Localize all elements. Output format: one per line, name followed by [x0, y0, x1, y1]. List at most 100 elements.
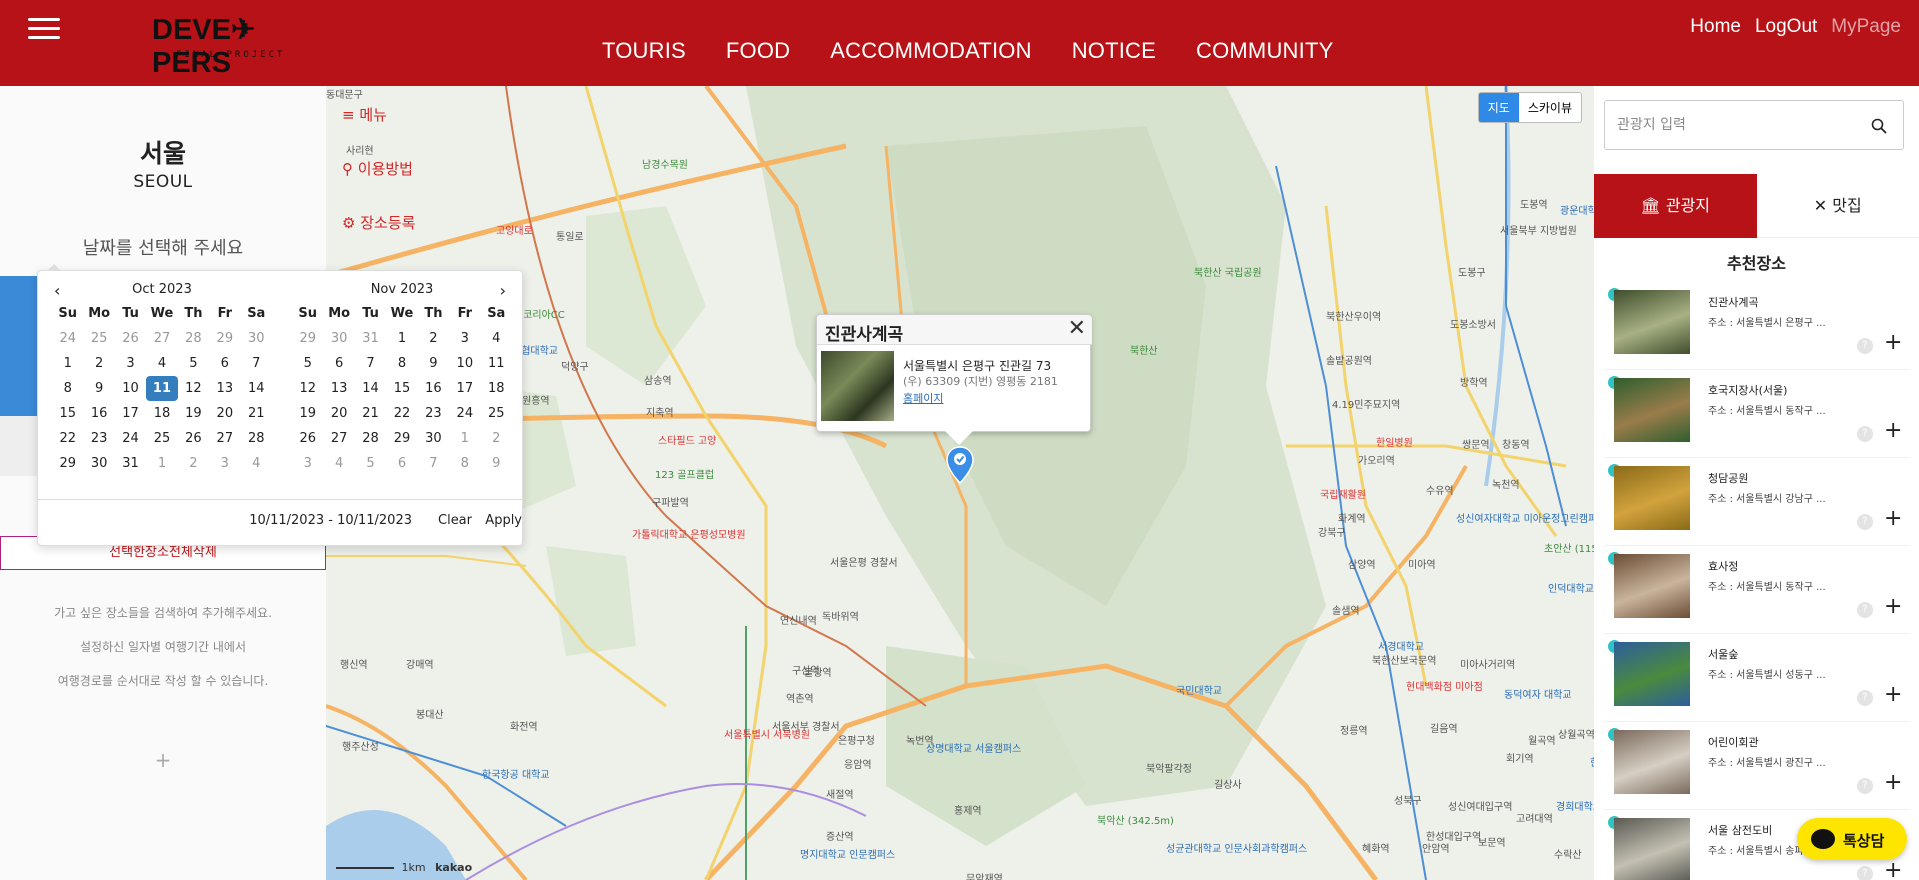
calendar-day[interactable]: 4 [241, 451, 272, 476]
map-place-label[interactable]: 원흥역 [522, 392, 550, 407]
calendar-day[interactable]: 21 [241, 401, 272, 426]
tab-sights[interactable]: 🏛 관광지 [1594, 174, 1757, 238]
map-place-label[interactable]: 북한산우이역 [1326, 308, 1381, 323]
calendar-day[interactable]: 1 [449, 426, 480, 451]
add-place-button[interactable]: + [0, 748, 326, 772]
map-place-label[interactable]: 수락산 [1554, 846, 1582, 861]
popup-homepage-link[interactable]: 홈페이지 [903, 390, 943, 406]
map-place-label[interactable]: 성신여자대학교 미아운정그린캠퍼스 [1456, 510, 1594, 525]
calendar-day[interactable]: 14 [355, 376, 386, 401]
map-place-label[interactable]: 미아역 [1408, 556, 1436, 571]
help-icon[interactable]: ? [1857, 778, 1873, 794]
map-place-label[interactable]: 행주산성 [342, 738, 379, 753]
calendar-day[interactable]: 24 [52, 326, 83, 351]
map-place-label[interactable]: 성균관대학교 인문사회과학캠퍼스 [1166, 840, 1307, 855]
calendar-day[interactable]: 17 [449, 376, 480, 401]
map-place-label[interactable]: 도봉역 [1520, 196, 1548, 211]
map-place-label[interactable]: 서울서부 경찰서 [772, 718, 840, 733]
add-place-icon[interactable]: + [1884, 332, 1902, 354]
map-place-label[interactable]: 인덕대학교 [1548, 580, 1594, 595]
nav-food[interactable]: FOOD [726, 38, 790, 64]
map-place-label[interactable]: 덕양구 [561, 358, 589, 373]
map-place-label[interactable]: 사리현 [346, 142, 374, 157]
apply-button[interactable]: Apply [485, 513, 522, 528]
day-tab-active[interactable] [0, 276, 38, 416]
map-place-label[interactable]: 불광역 [804, 664, 832, 679]
calendar-day[interactable]: 28 [241, 426, 272, 451]
map-place-label[interactable]: 초안산 (115.5m) [1544, 540, 1594, 555]
calendar-day[interactable]: 1 [386, 326, 417, 351]
map-place-label[interactable]: 솔샘역 [1332, 602, 1360, 617]
calendar-day[interactable]: 13 [323, 376, 354, 401]
calendar-day[interactable]: 6 [323, 351, 354, 376]
logout-link[interactable]: LogOut [1755, 16, 1817, 38]
date-select-prompt[interactable]: 날짜를 선택해 주세요 [0, 234, 326, 260]
map-place-label[interactable]: 연신내역 [780, 612, 817, 627]
calendar-day[interactable]: 29 [386, 426, 417, 451]
calendar-day[interactable]: 10 [115, 376, 146, 401]
map-place-label[interactable]: 광운대학교 [1560, 202, 1594, 217]
map-place-label[interactable]: 한국항공 대학교 [482, 766, 550, 781]
nav-touris[interactable]: TOURIS [602, 38, 686, 64]
add-place-icon[interactable]: + [1884, 860, 1902, 880]
nav-community[interactable]: COMMUNITY [1196, 38, 1333, 64]
map-register-button[interactable]: ⚙ 장소등록 [342, 212, 415, 233]
nav-accommodation[interactable]: ACCOMMODATION [830, 38, 1031, 64]
map-place-label[interactable]: 길상사 [1214, 776, 1242, 791]
calendar-day[interactable]: 25 [83, 326, 114, 351]
calendar-day[interactable]: 8 [52, 376, 83, 401]
place-search-input[interactable] [1617, 113, 1867, 137]
calendar-day[interactable]: 11 [146, 376, 178, 401]
place-item[interactable]: 호국지장사(서울) 주소 : 서울특별시 동작구 ... ? + [1604, 370, 1910, 458]
map-place-label[interactable]: 보문역 [1478, 834, 1506, 849]
add-place-icon[interactable]: + [1884, 684, 1902, 706]
calendar-day[interactable]: 3 [292, 451, 323, 476]
calendar-day[interactable]: 30 [323, 326, 354, 351]
map-place-label[interactable]: 123 골프클럽 [655, 466, 714, 481]
calendar-day[interactable]: 2 [481, 426, 512, 451]
calendar-day[interactable]: 19 [292, 401, 323, 426]
calendar-day[interactable]: 30 [83, 451, 114, 476]
map-place-label[interactable]: 방학역 [1460, 374, 1488, 389]
calendar-day[interactable]: 23 [418, 401, 449, 426]
map-place-label[interactable]: 월곡역 [1528, 732, 1556, 747]
calendar-day[interactable]: 17 [115, 401, 146, 426]
map-place-label[interactable]: 수유역 [1426, 482, 1454, 497]
map-place-label[interactable]: 도봉구 [1458, 264, 1486, 279]
home-link[interactable]: Home [1690, 16, 1741, 38]
calendar-day[interactable]: 23 [83, 426, 114, 451]
calendar-day[interactable]: 13 [209, 376, 240, 401]
map-place-label[interactable]: 은평구청 [838, 732, 875, 747]
calendar-day[interactable]: 9 [418, 351, 449, 376]
map-place-label[interactable]: 가오리역 [1358, 452, 1395, 467]
help-icon[interactable]: ? [1857, 426, 1873, 442]
map-place-label[interactable]: 응암역 [844, 756, 872, 771]
calendar-day[interactable]: 8 [386, 351, 417, 376]
map-place-label[interactable]: 삼양역 [1348, 556, 1376, 571]
calendar-day[interactable]: 9 [481, 451, 512, 476]
calendar-day[interactable]: 3 [209, 451, 240, 476]
calendar-day[interactable]: 1 [52, 351, 83, 376]
add-place-icon[interactable]: + [1884, 420, 1902, 442]
calendar-day[interactable]: 22 [386, 401, 417, 426]
map-place-label[interactable]: 길음역 [1430, 720, 1458, 735]
map-place-label[interactable]: 북한산보국문역 [1372, 652, 1436, 667]
calendar-day[interactable]: 12 [178, 376, 209, 401]
map-menu-button[interactable]: ≡ 메뉴 [342, 104, 387, 125]
help-icon[interactable]: ? [1857, 602, 1873, 618]
map-place-label[interactable]: 쌍문역 [1462, 436, 1490, 451]
calendar-day[interactable]: 4 [481, 326, 512, 351]
calendar-day[interactable]: 26 [178, 426, 209, 451]
day-tab[interactable] [0, 416, 38, 476]
calendar-day[interactable]: 4 [323, 451, 354, 476]
map-place-label[interactable]: 성신여대입구역 [1448, 798, 1512, 813]
close-icon[interactable]: ✕ [1068, 318, 1086, 340]
map-place-label[interactable]: 스타필드 고양 [658, 432, 716, 447]
calendar-day[interactable]: 21 [355, 401, 386, 426]
help-icon[interactable]: ? [1857, 514, 1873, 530]
map-place-label[interactable]: 혜화역 [1362, 840, 1390, 855]
calendar-day[interactable]: 11 [481, 351, 512, 376]
map-place-label[interactable]: 현대백화점 미아점 [1406, 678, 1483, 693]
map-place-label[interactable]: 서경대학교 [1378, 638, 1424, 653]
calendar-day[interactable]: 6 [209, 351, 240, 376]
